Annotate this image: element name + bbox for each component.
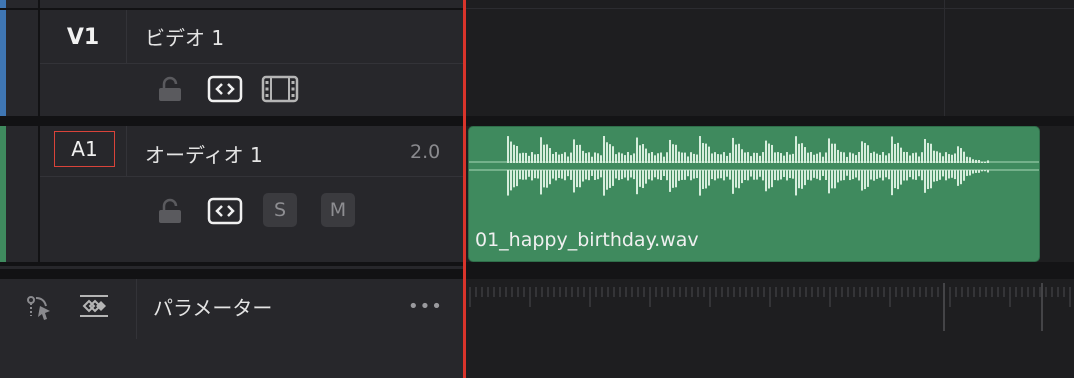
video-track-id[interactable]: V1 (40, 11, 126, 63)
divider (38, 126, 40, 262)
clip-name: 01_happy_birthday.wav (475, 229, 699, 251)
divider (136, 279, 137, 339)
curve-select-icon[interactable] (24, 292, 54, 322)
track-divider (0, 116, 463, 126)
divider (126, 126, 127, 176)
audio-channel-format: 2.0 (410, 141, 441, 163)
film-icon[interactable] (261, 73, 299, 105)
audio-track-name[interactable]: オーディオ 1 (145, 139, 263, 168)
divider (0, 8, 463, 10)
video-track-name[interactable]: ビデオ 1 (145, 22, 224, 51)
keyframe-ruler (469, 283, 1071, 331)
divider (466, 8, 1074, 9)
audio-clip[interactable]: 01_happy_birthday.wav (468, 126, 1040, 262)
mute-button[interactable]: M (321, 193, 355, 227)
divider (0, 262, 463, 266)
video-track-color-bar (0, 0, 6, 117)
playhead[interactable] (463, 0, 466, 378)
divider (126, 10, 127, 63)
audio-track-color-bar (0, 126, 6, 262)
track-divider (466, 116, 1074, 126)
divider (40, 176, 463, 177)
lock-icon[interactable] (155, 74, 185, 104)
panel-divider (0, 269, 463, 279)
solo-button[interactable]: S (263, 193, 297, 227)
audio-track-id[interactable]: A1 (54, 131, 115, 167)
panel-divider (466, 262, 1074, 279)
more-options-button[interactable]: ••• (408, 296, 443, 317)
grid-line (944, 0, 945, 116)
parameters-title: パラメーター (153, 296, 273, 320)
auto-track-select-icon[interactable] (207, 195, 243, 227)
lock-icon[interactable] (155, 196, 185, 226)
keyframe-icon[interactable] (76, 292, 112, 322)
divider (40, 63, 463, 64)
auto-track-select-icon[interactable] (207, 73, 243, 105)
